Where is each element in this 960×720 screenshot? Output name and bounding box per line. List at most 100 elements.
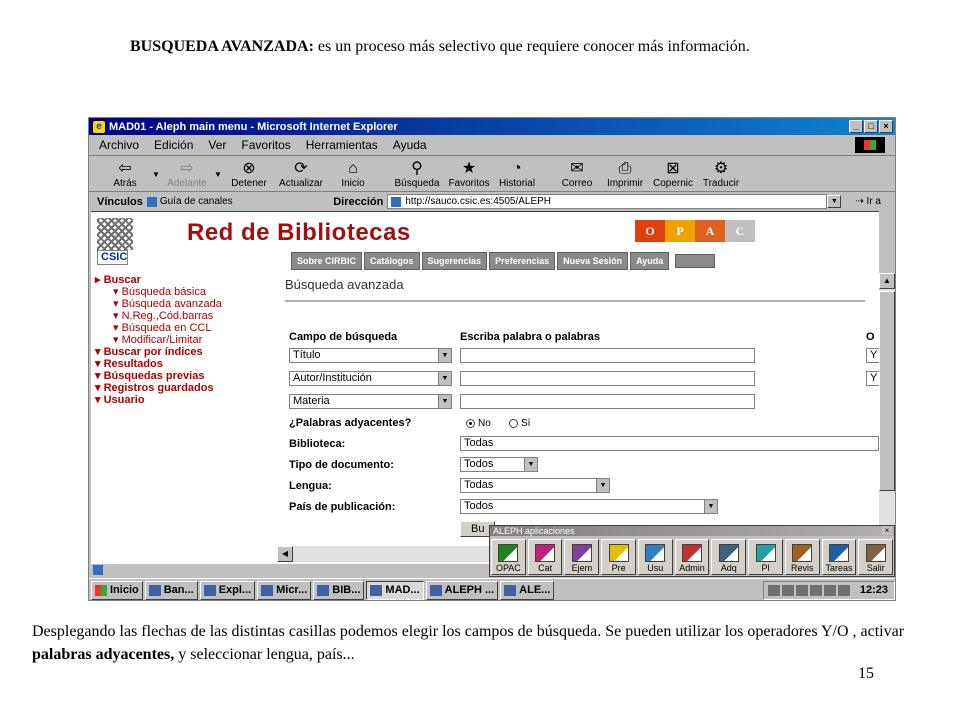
field-select-3[interactable]: Materia ▼ <box>289 394 452 409</box>
scroll-up-icon[interactable]: ▲ <box>879 273 895 289</box>
arrow-down-icon: ▾ <box>95 358 104 370</box>
links-item[interactable]: Guía de canales <box>146 196 233 207</box>
atras-button[interactable]: ⇦ Atrás <box>101 157 149 191</box>
search-icon: ⚲ <box>411 160 423 177</box>
clock: 12:23 <box>859 584 888 596</box>
scroll-thumb[interactable] <box>879 291 895 491</box>
taskbar-item-expl[interactable]: Expl... <box>199 580 256 600</box>
start-button[interactable]: Inicio <box>91 580 143 600</box>
left-menu-item-busquedas-previas[interactable]: ▾ Búsquedas previas <box>95 370 222 382</box>
site-title: Red de Bibliotecas <box>187 219 411 246</box>
words-input-2[interactable] <box>460 371 755 386</box>
menu-item-herramientas[interactable]: Herramientas <box>306 138 378 152</box>
arrow-down-icon: ▾ <box>95 382 104 394</box>
language-select[interactable]: Todas ▼ <box>460 478 610 493</box>
taskbar-item-micr[interactable]: Micr... <box>257 580 312 600</box>
address-dropdown-button[interactable]: ▼ <box>827 195 842 208</box>
menu-item-archivo[interactable]: Archivo <box>99 138 139 152</box>
tab-sugerencias[interactable]: Sugerencias <box>421 252 488 270</box>
library-select[interactable]: Todas <box>460 436 879 451</box>
taskbar-item-ban[interactable]: Ban... <box>144 580 198 600</box>
aleph-apps-title: ALEPH aplicaciones × <box>490 526 894 536</box>
adjacent-no-radio[interactable]: No <box>466 418 491 429</box>
left-menu-item-registros-guardados[interactable]: ▾ Registros guardados <box>95 382 222 394</box>
left-menu-item-usuario[interactable]: ▾ Usuario <box>95 394 222 406</box>
close-window-button[interactable]: × <box>879 120 893 133</box>
detener-button[interactable]: ⊗ Detener <box>225 157 273 191</box>
cat-app-icon <box>535 544 556 562</box>
tray-icon[interactable] <box>781 584 794 596</box>
address-input[interactable]: http://sauco.csic.es:4505/ALEPH <box>387 194 828 209</box>
tray-icon[interactable] <box>809 584 822 596</box>
actualizar-button[interactable]: ⟳ Actualizar <box>273 157 329 191</box>
field-select-1[interactable]: Título ▼ <box>289 348 452 363</box>
copernic-button[interactable]: ⊠ Copernic <box>649 157 697 191</box>
inicio-button[interactable]: ⌂ Inicio <box>329 157 377 191</box>
atras-label: Atrás <box>113 178 137 189</box>
adelante-button[interactable]: ⇨ Adelante <box>163 157 211 191</box>
taskbar-item-aleph[interactable]: ALEPH ... <box>425 580 499 600</box>
tray-icon[interactable] <box>823 584 836 596</box>
tray-icon[interactable] <box>767 584 780 596</box>
vertical-scrollbar[interactable]: ▲ <box>879 273 895 563</box>
toolbar-dropdown-icon[interactable]: ▼ <box>149 157 163 191</box>
field-select-2[interactable]: Autor/Institución ▼ <box>289 371 452 386</box>
operator-select-2[interactable]: Y <box>866 371 879 386</box>
app-icon <box>429 584 442 596</box>
adjacent-si-radio[interactable]: Sí <box>509 418 530 429</box>
maximize-button[interactable]: □ <box>864 120 878 133</box>
doctype-select[interactable]: Todos ▼ <box>460 457 538 472</box>
correo-button[interactable]: ✉ Correo <box>553 157 601 191</box>
menu-item-ver[interactable]: Ver <box>208 138 226 152</box>
words-input-1[interactable] <box>460 348 755 363</box>
left-menu-label: Buscar por índices <box>103 346 203 358</box>
menu-item-favoritos[interactable]: Favoritos <box>241 138 290 152</box>
go-button[interactable]: ⇢ Ir a <box>855 196 881 207</box>
horizontal-scrollbar[interactable]: ◀ <box>277 546 495 562</box>
left-menu-item-modificar-limitar[interactable]: ▾ Modificar/Limitar <box>95 334 222 346</box>
words-input-3[interactable] <box>460 394 755 409</box>
arrow-down-icon: ▾ <box>113 298 122 310</box>
opac-letter-p: P <box>665 220 695 242</box>
adjacent-words-label: ¿Palabras adyacentes? <box>289 417 412 429</box>
minimize-button[interactable]: _ <box>849 120 863 133</box>
taskbar-item-bib[interactable]: BIB... <box>313 580 365 600</box>
country-select[interactable]: Todos ▼ <box>460 499 718 514</box>
dropdown-arrow-icon: ▼ <box>438 372 451 385</box>
busqueda-button[interactable]: ⚲ Búsqueda <box>389 157 445 191</box>
menu-item-edicion[interactable]: Edición <box>154 138 193 152</box>
caption-part1: Desplegando las flechas de las distintas… <box>32 623 905 640</box>
left-menu-item-n-reg-cod-barras[interactable]: ▾ N.Reg.,Cód.barras <box>95 310 222 322</box>
arrow-down-icon: ▾ <box>113 322 122 334</box>
scroll-left-icon[interactable]: ◀ <box>277 546 293 562</box>
left-menu-item-buscar[interactable]: ▸ Buscar <box>95 274 222 286</box>
imprimir-label: Imprimir <box>606 178 644 189</box>
taskbar-item-label: Expl... <box>218 583 252 596</box>
imprimir-button[interactable]: ⎙ Imprimir <box>601 157 649 191</box>
traducir-button[interactable]: ⚙ Traducir <box>697 157 745 191</box>
close-icon[interactable]: × <box>882 526 892 535</box>
taskbar-item-ale[interactable]: ALE... <box>500 580 555 600</box>
tab-nueva-sesion[interactable]: Nueva Sesión <box>557 252 629 270</box>
left-menu-item-busqueda-en-ccl[interactable]: ▾ Búsqueda en CCL <box>95 322 222 334</box>
window-titlebar: e MAD01 - Aleph main menu - Microsoft In… <box>89 118 895 135</box>
operator-select-1[interactable]: Y <box>866 348 879 363</box>
tray-icon[interactable] <box>837 584 850 596</box>
uk-flag-icon[interactable] <box>675 254 716 268</box>
favoritos-button[interactable]: ★ Favoritos <box>445 157 493 191</box>
tab-catalogos[interactable]: Catálogos <box>364 252 420 270</box>
taskbar-item-mad[interactable]: MAD... <box>366 580 424 600</box>
tab-ayuda[interactable]: Ayuda <box>630 252 670 270</box>
toolbar-dropdown-icon[interactable]: ▼ <box>211 157 225 191</box>
print-icon: ⎙ <box>618 160 632 177</box>
tray-icon[interactable] <box>795 584 808 596</box>
arrow-down-icon: ▾ <box>113 310 122 322</box>
left-menu-item-resultados[interactable]: ▾ Resultados <box>95 358 222 370</box>
left-menu-item-busqueda-basica[interactable]: ▾ Búsqueda básica <box>95 286 222 298</box>
left-menu-item-busqueda-avanzada[interactable]: ▾ Búsqueda avanzada <box>95 298 222 310</box>
left-menu-item-buscar-por-indices[interactable]: ▾ Buscar por índices <box>95 346 222 358</box>
menu-item-ayuda[interactable]: Ayuda <box>393 138 427 152</box>
tab-sobre-cirbic[interactable]: Sobre CIRBIC <box>291 252 363 270</box>
tab-preferencias[interactable]: Preferencias <box>489 252 556 270</box>
historial-button[interactable]: ◔ Historial <box>493 157 541 191</box>
